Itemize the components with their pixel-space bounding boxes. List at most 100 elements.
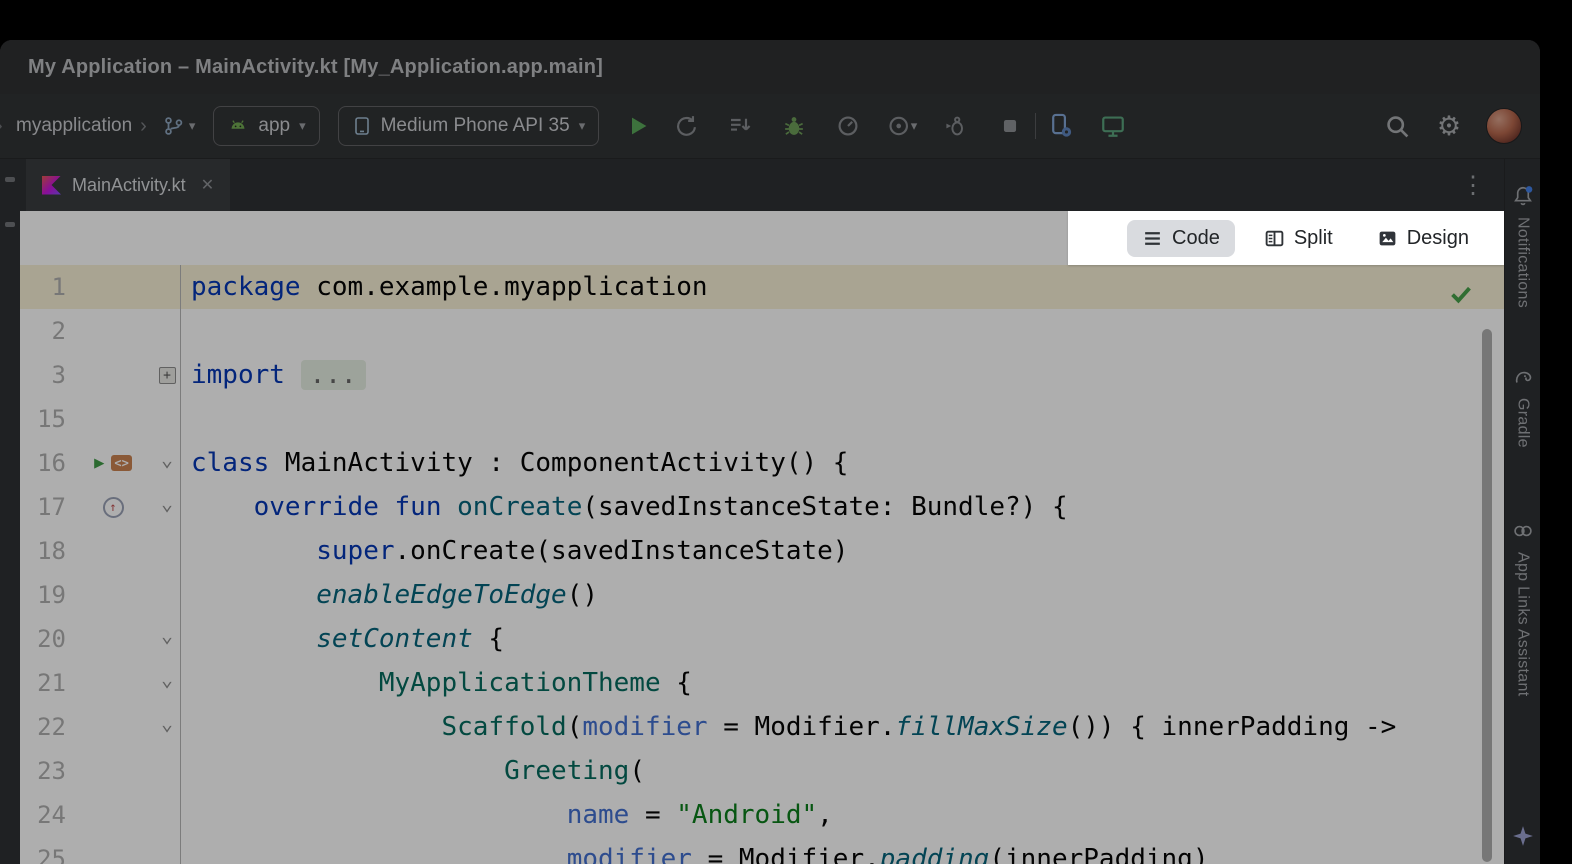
- code-mode-icon: [1142, 228, 1163, 249]
- mode-design-label: Design: [1407, 227, 1469, 250]
- gutter-icons: [72, 837, 154, 864]
- code-text: name = "Android",: [180, 793, 1504, 837]
- play-icon: [626, 114, 650, 138]
- line-number: 20: [20, 617, 72, 661]
- split-mode-icon: [1264, 228, 1285, 249]
- gear-icon: ⚙: [1437, 113, 1461, 140]
- gutter-icons: [72, 573, 154, 617]
- chevron-down-icon: ▾: [911, 118, 918, 134]
- search-everywhere-button[interactable]: [1382, 111, 1412, 141]
- gemini-sparkle-icon[interactable]: [1512, 825, 1534, 852]
- project-widget[interactable]: myapplication: [16, 115, 132, 137]
- fold-column: [154, 265, 180, 309]
- toolbar-right-group: ⚙: [1382, 108, 1522, 144]
- code-line[interactable]: 3+import ...: [20, 353, 1504, 397]
- code-line[interactable]: 25 modifier = Modifier.padding(innerPadd…: [20, 837, 1504, 864]
- code-text: enableEdgeToEdge(): [180, 573, 1504, 617]
- code-line[interactable]: 23 Greeting(: [20, 749, 1504, 793]
- code-text: package com.example.myapplication: [180, 265, 1504, 309]
- toolwindow-gradle[interactable]: Gradle: [1512, 366, 1534, 448]
- profiler-dropdown-button[interactable]: ▾: [887, 111, 917, 141]
- toolwindow-notifications-label: Notifications: [1514, 217, 1532, 308]
- device-manager-button[interactable]: [1046, 111, 1076, 141]
- code-line[interactable]: 16▶<>⌄class MainActivity : ComponentActi…: [20, 441, 1504, 485]
- settings-button[interactable]: ⚙: [1434, 111, 1464, 141]
- mode-code-button[interactable]: Code: [1127, 220, 1235, 257]
- override-gutter-icon[interactable]: ↑: [103, 497, 124, 518]
- code-line[interactable]: 17 ↑ ⌄ override fun onCreate(savedInstance…: [20, 485, 1504, 529]
- analysis-check-icon[interactable]: [1448, 281, 1474, 311]
- fold-column: ⌄: [154, 485, 180, 529]
- kotlin-file-icon: [42, 176, 61, 195]
- toolwindow-app-links-label: App Links Assistant: [1514, 552, 1532, 696]
- user-avatar[interactable]: [1486, 108, 1522, 144]
- gutter-icons: [72, 705, 154, 749]
- fold-column: [154, 573, 180, 617]
- fold-column: ⌄: [154, 705, 180, 749]
- mode-design-button[interactable]: Design: [1362, 220, 1484, 257]
- line-number: 17: [20, 485, 72, 529]
- fold-gutter-icon[interactable]: ⌄: [161, 711, 173, 735]
- toolbar-actions: ▾: [671, 111, 1025, 141]
- code-text: override fun onCreate(savedInstanceState…: [180, 485, 1504, 529]
- workspace-body: MainActivity.kt ✕ ⋮ 1package com.example…: [0, 159, 1540, 864]
- editor-scrollbar[interactable]: [1482, 329, 1492, 862]
- run-gutter-icon[interactable]: ▶: [94, 453, 104, 473]
- stop-button[interactable]: [995, 111, 1025, 141]
- code-line[interactable]: 19 enableEdgeToEdge(): [20, 573, 1504, 617]
- gutter-icons: [72, 617, 154, 661]
- line-number: 25: [20, 837, 72, 864]
- fold-gutter-icon[interactable]: ⌄: [161, 667, 173, 691]
- search-icon: [1384, 113, 1410, 139]
- code-line[interactable]: 20⌄ setContent {: [20, 617, 1504, 661]
- running-devices-button[interactable]: [1098, 111, 1128, 141]
- code-line[interactable]: 18 super.onCreate(savedInstanceState): [20, 529, 1504, 573]
- fold-column: [154, 309, 180, 353]
- run-config-label: app: [258, 115, 290, 137]
- vcs-widget[interactable]: ▾: [163, 115, 196, 137]
- run-button[interactable]: [623, 111, 653, 141]
- code-line[interactable]: 1package com.example.myapplication: [20, 265, 1504, 309]
- left-tool-stripe: [0, 159, 20, 864]
- mode-split-button[interactable]: Split: [1249, 220, 1348, 257]
- tab-options-kebab-icon[interactable]: ⋮: [1461, 171, 1486, 200]
- class-gutter-icon[interactable]: <>: [111, 455, 131, 471]
- run-config-selector[interactable]: app ▾: [213, 106, 319, 146]
- attach-debugger-button[interactable]: [941, 111, 971, 141]
- code-line[interactable]: 15: [20, 397, 1504, 441]
- fold-gutter-icon[interactable]: ⌄: [161, 447, 173, 471]
- code-line[interactable]: 21⌄ MyApplicationTheme {: [20, 661, 1504, 705]
- gutter-icons: ↑: [72, 485, 154, 529]
- apply-changes-button[interactable]: [725, 111, 755, 141]
- toolwindow-notifications[interactable]: Notifications: [1512, 185, 1534, 308]
- code-text: [180, 309, 1504, 353]
- fold-column: [154, 793, 180, 837]
- code-text: [180, 397, 1504, 441]
- expand-fold-gutter-icon[interactable]: +: [159, 367, 176, 384]
- fold-column: +: [154, 353, 180, 397]
- restart-activity-button[interactable]: [671, 111, 701, 141]
- chevron-down-icon: ▾: [189, 118, 196, 134]
- running-devices-icon: [1100, 113, 1126, 139]
- device-selector[interactable]: Medium Phone API 35 ▾: [338, 106, 600, 146]
- apply-changes-icon: [728, 114, 752, 138]
- fold-column: [154, 749, 180, 793]
- profiler-gauge-icon: [836, 114, 860, 138]
- code-text: Scaffold(modifier = Modifier.fillMaxSize…: [180, 705, 1504, 749]
- fold-gutter-icon[interactable]: ⌄: [161, 491, 173, 515]
- fold-gutter-icon[interactable]: ⌄: [161, 623, 173, 647]
- toolwindow-app-links[interactable]: App Links Assistant: [1512, 520, 1534, 696]
- close-tab-icon[interactable]: ✕: [201, 175, 214, 195]
- mode-split-label: Split: [1294, 227, 1333, 250]
- code-line[interactable]: 22⌄ Scaffold(modifier = Modifier.fillMax…: [20, 705, 1504, 749]
- profile-app-button[interactable]: [833, 111, 863, 141]
- debug-button[interactable]: [779, 111, 809, 141]
- android-studio-window: My Application – MainActivity.kt [My_App…: [0, 40, 1540, 864]
- code-line[interactable]: 24 name = "Android",: [20, 793, 1504, 837]
- mode-code-label: Code: [1172, 227, 1220, 250]
- code-line[interactable]: 2: [20, 309, 1504, 353]
- gutter-icons: [72, 793, 154, 837]
- fold-column: [154, 529, 180, 573]
- tab-mainactivity[interactable]: MainActivity.kt ✕: [26, 159, 230, 211]
- stop-icon: [999, 115, 1021, 137]
